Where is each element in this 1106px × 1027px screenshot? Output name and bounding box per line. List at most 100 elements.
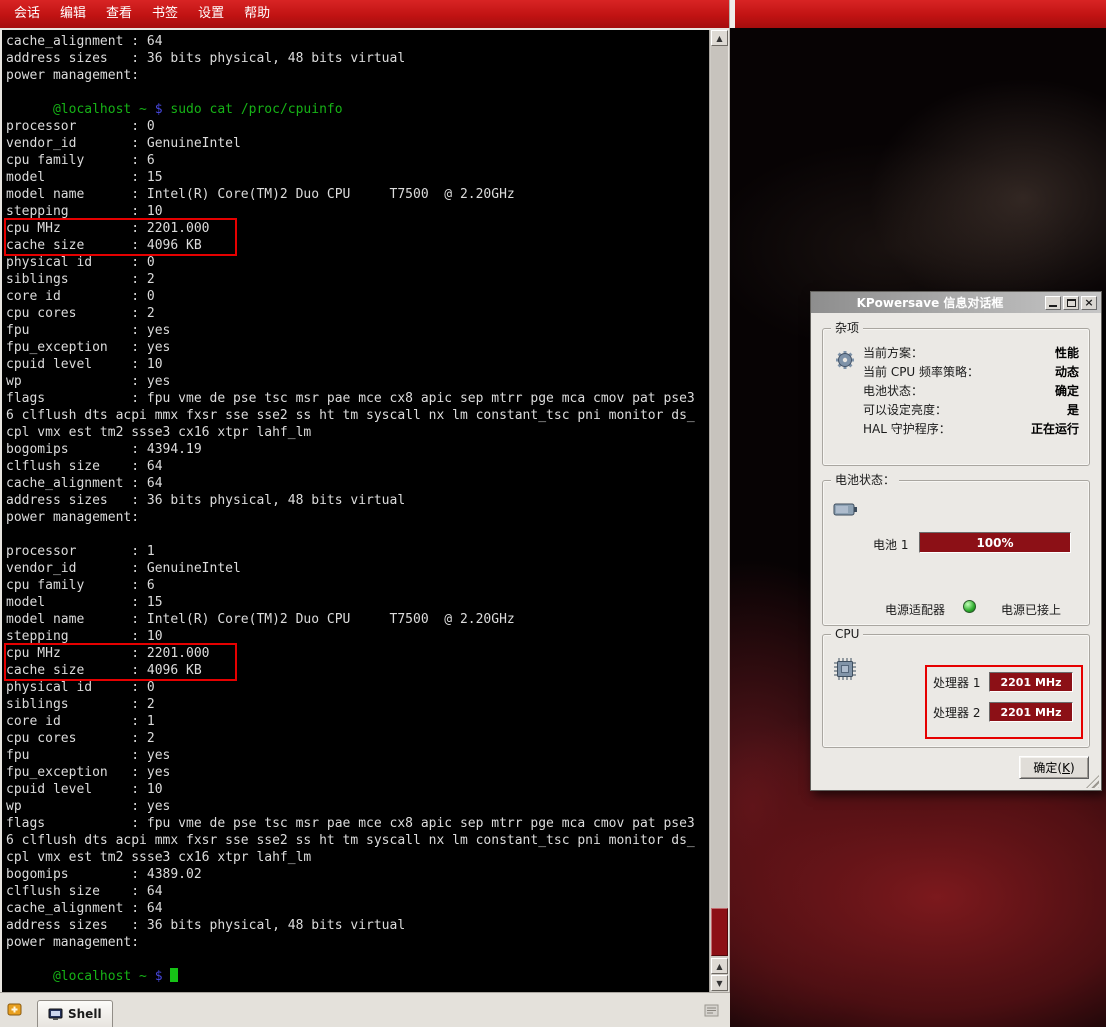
terminal-screen[interactable]: cache_alignment : 64address sizes : 36 b… xyxy=(2,30,709,992)
terminal-line: @localhost ~ $ xyxy=(6,968,709,985)
cpu-freq-value: 2201 MHz xyxy=(1001,706,1062,719)
terminal-line: fpu_exception : yes xyxy=(6,339,709,356)
cpu-row: 处理器 1 2201 MHz xyxy=(933,671,1073,693)
terminal-line: @localhost ~ $ sudo cat /proc/cpuinfo xyxy=(6,101,709,118)
terminal-line xyxy=(6,84,709,101)
terminal-line: wp : yes xyxy=(6,373,709,390)
terminal-scrollbar[interactable]: ▲ ▲ ▼ xyxy=(709,30,728,992)
terminal-line: model : 15 xyxy=(6,594,709,611)
terminal-line: cpu MHz : 2201.000 xyxy=(6,645,235,662)
battery-legend: 电池状态： xyxy=(831,473,899,488)
terminal-line: cpu cores : 2 xyxy=(6,730,709,747)
minimize-button[interactable] xyxy=(1045,296,1061,310)
terminal-line: cpuid level : 10 xyxy=(6,781,709,798)
terminal-line: wp : yes xyxy=(6,798,709,815)
menu-item[interactable]: 帮助 xyxy=(234,0,280,28)
misc-label: 当前方案： xyxy=(863,344,923,361)
scrollbar-track[interactable] xyxy=(711,46,728,908)
terminal-line: cache_alignment : 64 xyxy=(6,475,709,492)
cpu-row: 处理器 2 2201 MHz xyxy=(933,701,1073,723)
menu-item[interactable]: 设置 xyxy=(188,0,234,28)
menu-item[interactable]: 书签 xyxy=(142,0,188,28)
terminal-line: address sizes : 36 bits physical, 48 bit… xyxy=(6,917,709,934)
misc-row: 电池状态：确定 xyxy=(863,381,1079,400)
terminal-line xyxy=(6,526,709,543)
menu-item[interactable]: 编辑 xyxy=(50,0,96,28)
terminal-line: cache_alignment : 64 xyxy=(6,900,709,917)
close-button[interactable]: × xyxy=(1081,296,1097,310)
processor-label: 处理器 2 xyxy=(933,704,985,721)
prompt-user xyxy=(6,969,53,984)
misc-row: 当前方案：性能 xyxy=(863,343,1079,362)
terminal-line: stepping : 10 xyxy=(6,203,709,220)
maximize-icon xyxy=(1067,299,1076,307)
prompt-symbol: $ xyxy=(147,102,170,117)
terminal-line: core id : 0 xyxy=(6,288,709,305)
tools-icon xyxy=(834,349,856,375)
menu-bar: 会话编辑查看书签设置帮助 xyxy=(0,0,729,28)
misc-group: 杂项 当前方案：性能当前 CPU 频率策略：动态电池状态：确定可以设定亮度：是H… xyxy=(822,328,1090,466)
terminal-line: cpu cores : 2 xyxy=(6,305,709,322)
misc-row: 可以设定亮度：是 xyxy=(863,400,1079,419)
terminal-line: model name : Intel(R) Core(TM)2 Duo CPU … xyxy=(6,611,709,628)
terminal-line: address sizes : 36 bits physical, 48 bit… xyxy=(6,50,709,67)
session-list-icon xyxy=(703,1003,721,1019)
battery-label: 电池 1 xyxy=(873,536,908,553)
terminal-line: physical id : 0 xyxy=(6,254,709,271)
close-icon: × xyxy=(1084,297,1093,308)
session-list-button[interactable] xyxy=(700,999,724,1023)
maximize-button[interactable] xyxy=(1063,296,1079,310)
scroll-down-button[interactable]: ▼ xyxy=(711,975,728,991)
cpu-legend: CPU xyxy=(831,627,863,642)
cpu-icon xyxy=(833,657,857,685)
triangle-up-icon: ▲ xyxy=(716,34,722,43)
power-led-icon xyxy=(963,600,976,613)
prompt-symbol: $ xyxy=(147,969,170,984)
menu-item[interactable]: 查看 xyxy=(96,0,142,28)
terminal-line: siblings : 2 xyxy=(6,696,709,713)
cpu-freq-bar: 2201 MHz xyxy=(989,672,1073,692)
terminal-line: cpu family : 6 xyxy=(6,577,709,594)
prompt-user xyxy=(6,102,53,117)
scroll-up-button[interactable]: ▲ xyxy=(711,30,728,46)
terminal-line: processor : 1 xyxy=(6,543,709,560)
minimize-icon xyxy=(1049,305,1057,307)
battery-percent: 100% xyxy=(976,536,1013,550)
misc-value: 正在运行 xyxy=(1031,420,1079,437)
ok-label: 确定(K) xyxy=(1033,761,1074,775)
ok-button[interactable]: 确定(K) xyxy=(1019,756,1089,779)
terminal-window: 会话编辑查看书签设置帮助 cache_alignment : 64address… xyxy=(0,0,730,1027)
prompt-command: sudo cat /proc/cpuinfo xyxy=(170,102,342,117)
tab-bar: Shell xyxy=(0,992,730,1027)
terminal-line: clflush size : 64 xyxy=(6,883,709,900)
misc-label: HAL 守护程序： xyxy=(863,420,951,437)
terminal-line: power management: xyxy=(6,67,709,84)
scroll-up-button-bottom[interactable]: ▲ xyxy=(711,958,728,974)
cpu-freq-value: 2201 MHz xyxy=(1001,676,1062,689)
terminal-line: 6 clflush dts acpi mmx fxsr sse sse2 ss … xyxy=(6,407,709,424)
terminal-line: physical id : 0 xyxy=(6,679,709,696)
terminal-line: cpu MHz : 2201.000 xyxy=(6,220,235,237)
dialog-titlebar[interactable]: KPowersave 信息对话框 × xyxy=(811,292,1101,313)
misc-row: 当前 CPU 频率策略：动态 xyxy=(863,362,1079,381)
processor-label: 处理器 1 xyxy=(933,674,985,691)
terminal-line: bogomips : 4394.19 xyxy=(6,441,709,458)
terminal-line: fpu : yes xyxy=(6,747,709,764)
triangle-down-icon: ▼ xyxy=(716,979,722,988)
misc-label: 可以设定亮度： xyxy=(863,401,947,418)
menu-item[interactable]: 会话 xyxy=(4,0,50,28)
terminal-line: bogomips : 4389.02 xyxy=(6,866,709,883)
battery-group: 电池状态： 电池 1 100% 电源适配器 电源已接上 xyxy=(822,480,1090,626)
new-session-button[interactable] xyxy=(3,998,27,1022)
battery-icon xyxy=(833,499,859,523)
scrollbar-thumb[interactable] xyxy=(711,908,728,956)
terminal-line: stepping : 10 xyxy=(6,628,709,645)
annotation-box: cpu MHz : 2201.000cache size : 4096 KB xyxy=(6,220,235,254)
adapter-label: 电源适配器 xyxy=(885,601,945,618)
misc-row: HAL 守护程序： 正在运行 xyxy=(863,419,1079,438)
terminal-line: vendor_id : GenuineIntel xyxy=(6,560,709,577)
tab-shell[interactable]: Shell xyxy=(37,1000,113,1027)
terminal-line: cpu family : 6 xyxy=(6,152,709,169)
cpu-freq-bar: 2201 MHz xyxy=(989,702,1073,722)
misc-label: 当前 CPU 频率策略： xyxy=(863,363,979,380)
